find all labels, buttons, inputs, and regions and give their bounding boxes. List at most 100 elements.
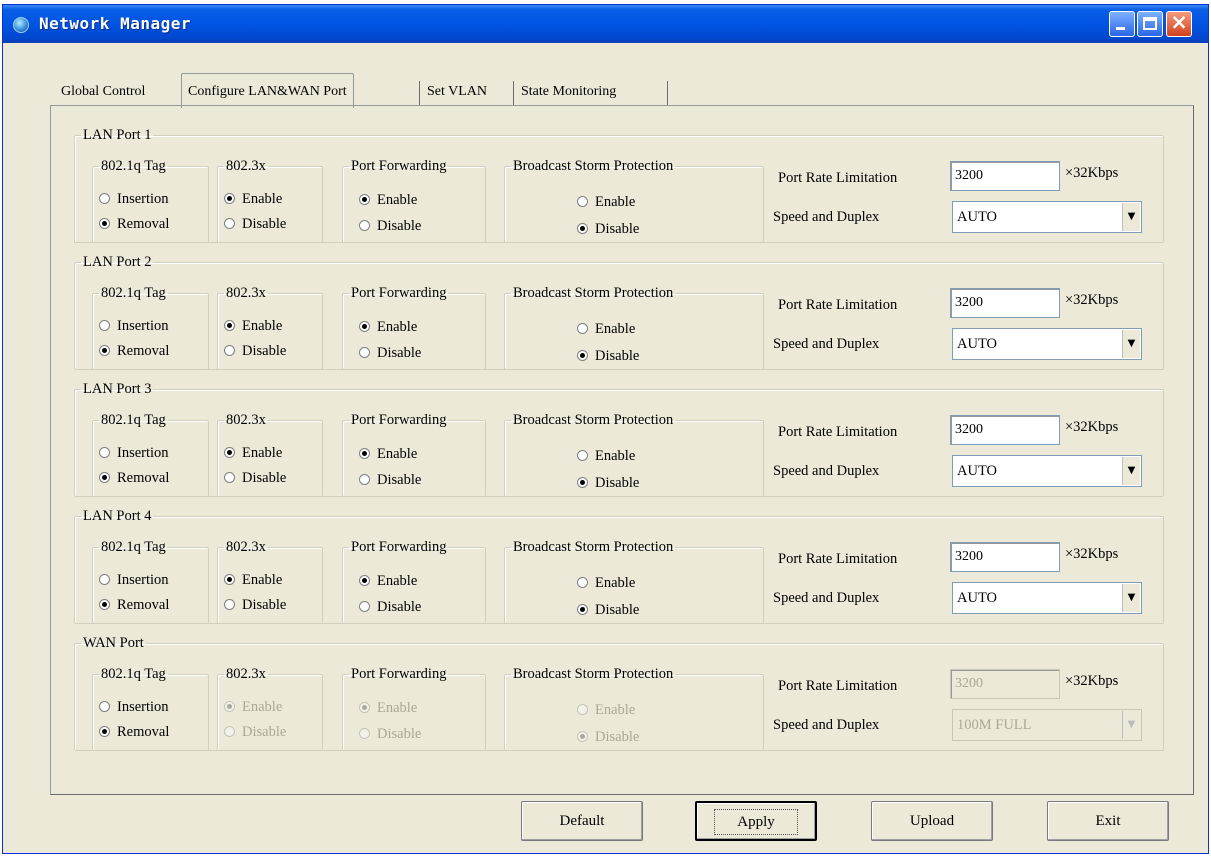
tag-insertion-option[interactable]: Insertion (99, 191, 169, 208)
tag-insertion-option[interactable]: Insertion (99, 318, 169, 335)
forwarding-enable-option[interactable]: Enable (359, 319, 417, 336)
forwarding-enable-option[interactable]: Enable (359, 573, 417, 590)
tag-removal-option[interactable]: Removal (99, 343, 169, 360)
removal-radio[interactable] (99, 218, 110, 230)
rate-limit-input[interactable]: 3200 (950, 288, 1060, 318)
forwarding-enable-radio[interactable] (359, 575, 370, 587)
close-button[interactable]: × (1166, 10, 1192, 37)
flow-disable-option[interactable]: Disable (224, 216, 286, 233)
dropdown-arrow-icon[interactable]: ▼ (1122, 584, 1140, 612)
upload-button[interactable]: Upload (871, 801, 993, 841)
flow-disable-radio[interactable] (224, 599, 235, 611)
disable-label: Disable (595, 221, 640, 237)
insertion-radio[interactable] (99, 320, 110, 332)
removal-radio[interactable] (99, 472, 110, 484)
storm-disable-option[interactable]: Disable (577, 475, 639, 492)
speed-duplex-select[interactable]: AUTO ▼ (952, 201, 1142, 233)
rate-limit-input[interactable]: 3200 (950, 415, 1060, 445)
flow-enable-radio[interactable] (224, 574, 235, 586)
storm-enable-option[interactable]: Enable (577, 448, 635, 465)
flow-disable-option[interactable]: Disable (224, 470, 286, 487)
forwarding-enable-radio[interactable] (359, 448, 370, 460)
tag-insertion-option[interactable]: Insertion (99, 699, 169, 716)
speed-duplex-select[interactable]: AUTO ▼ (952, 455, 1142, 487)
rate-limit-input[interactable]: 3200 (950, 161, 1060, 191)
minimize-button[interactable] (1109, 11, 1135, 37)
storm-enable-option[interactable]: Enable (577, 194, 635, 211)
forwarding-disable-option[interactable]: Disable (359, 345, 421, 362)
storm-enable-option[interactable]: Enable (577, 575, 635, 592)
removal-radio[interactable] (99, 726, 110, 738)
dropdown-arrow-icon: ▼ (1122, 711, 1140, 739)
insertion-radio[interactable] (99, 574, 110, 586)
speed-duplex-label: Speed and Duplex (773, 590, 880, 606)
forwarding-disable-option[interactable]: Disable (359, 599, 421, 616)
tag-removal-option[interactable]: Removal (99, 470, 169, 487)
maximize-button[interactable] (1137, 11, 1163, 37)
insertion-radio[interactable] (99, 447, 110, 459)
flow-disable-option[interactable]: Disable (224, 597, 286, 614)
forwarding-disable-radio[interactable] (359, 474, 370, 486)
forwarding-enable-option[interactable]: Enable (359, 446, 417, 463)
storm-disable-option[interactable]: Disable (577, 602, 639, 619)
enable-label: Enable (242, 191, 283, 207)
speed-duplex-select[interactable]: AUTO ▼ (952, 582, 1142, 614)
insertion-radio[interactable] (99, 193, 110, 205)
apply-button[interactable]: Apply (695, 801, 817, 841)
default-button[interactable]: Default (521, 801, 643, 841)
storm-disable-radio[interactable] (577, 350, 588, 362)
flow-enable-radio[interactable] (224, 320, 235, 332)
removal-radio[interactable] (99, 599, 110, 611)
forwarding-enable-option[interactable]: Enable (359, 192, 417, 209)
forwarding-disable-option[interactable]: Disable (359, 218, 421, 235)
exit-button[interactable]: Exit (1047, 801, 1169, 841)
flow-disable-option[interactable]: Disable (224, 343, 286, 360)
insertion-radio[interactable] (99, 701, 110, 713)
forwarding-enable-radio[interactable] (359, 321, 370, 333)
tag-insertion-option[interactable]: Insertion (99, 572, 169, 589)
flow-disable-radio[interactable] (224, 472, 235, 484)
storm-disable-option[interactable]: Disable (577, 348, 639, 365)
forwarding-disable-radio[interactable] (359, 347, 370, 359)
removal-radio[interactable] (99, 345, 110, 357)
storm-enable-radio[interactable] (577, 196, 588, 208)
storm-disable-option[interactable]: Disable (577, 221, 639, 238)
storm-disable-radio[interactable] (577, 223, 588, 235)
storm-protection-group-label: Broadcast Storm Protection (513, 285, 674, 301)
tag-removal-option[interactable]: Removal (99, 597, 169, 614)
title-bar[interactable]: Network Manager × (3, 5, 1208, 43)
tag-removal-option[interactable]: Removal (99, 724, 169, 741)
tab-configure-lan-wan-port[interactable]: Configure LAN&WAN Port (181, 73, 354, 108)
tab-state-monitoring[interactable]: State Monitoring (515, 77, 622, 107)
flow-enable-radio[interactable] (224, 447, 235, 459)
storm-disable-radio[interactable] (577, 477, 588, 489)
flow-disable-radio[interactable] (224, 345, 235, 357)
forwarding-disable-radio[interactable] (359, 601, 370, 613)
dropdown-arrow-icon[interactable]: ▼ (1122, 330, 1140, 358)
forwarding-enable-radio[interactable] (359, 194, 370, 206)
flow-enable-option[interactable]: Enable (224, 318, 282, 335)
storm-enable-radio[interactable] (577, 323, 588, 335)
flow-enable-option[interactable]: Enable (224, 445, 282, 462)
speed-duplex-select[interactable]: AUTO ▼ (952, 328, 1142, 360)
dropdown-arrow-icon[interactable]: ▼ (1122, 203, 1140, 231)
tab-global-control[interactable]: Global Control (55, 77, 151, 107)
storm-enable-radio[interactable] (577, 450, 588, 462)
forwarding-disable-option[interactable]: Disable (359, 472, 421, 489)
rate-limit-input[interactable]: 3200 (950, 542, 1060, 572)
flow-enable-radio[interactable] (224, 193, 235, 205)
tag-insertion-option[interactable]: Insertion (99, 445, 169, 462)
storm-disable-radio[interactable] (577, 604, 588, 616)
storm-enable-radio[interactable] (577, 577, 588, 589)
enable-label: Enable (242, 572, 283, 588)
disable-label: Disable (377, 599, 422, 615)
dropdown-arrow-icon[interactable]: ▼ (1122, 457, 1140, 485)
forwarding-disable-radio[interactable] (359, 220, 370, 232)
tag-removal-option[interactable]: Removal (99, 216, 169, 233)
flow-enable-option[interactable]: Enable (224, 572, 282, 589)
flow-enable-option[interactable]: Enable (224, 191, 282, 208)
tab-set-vlan[interactable]: Set VLAN (421, 77, 493, 107)
storm-enable-option[interactable]: Enable (577, 321, 635, 338)
tag-group-label: 802.1q Tag (101, 158, 166, 174)
flow-disable-radio[interactable] (224, 218, 235, 230)
